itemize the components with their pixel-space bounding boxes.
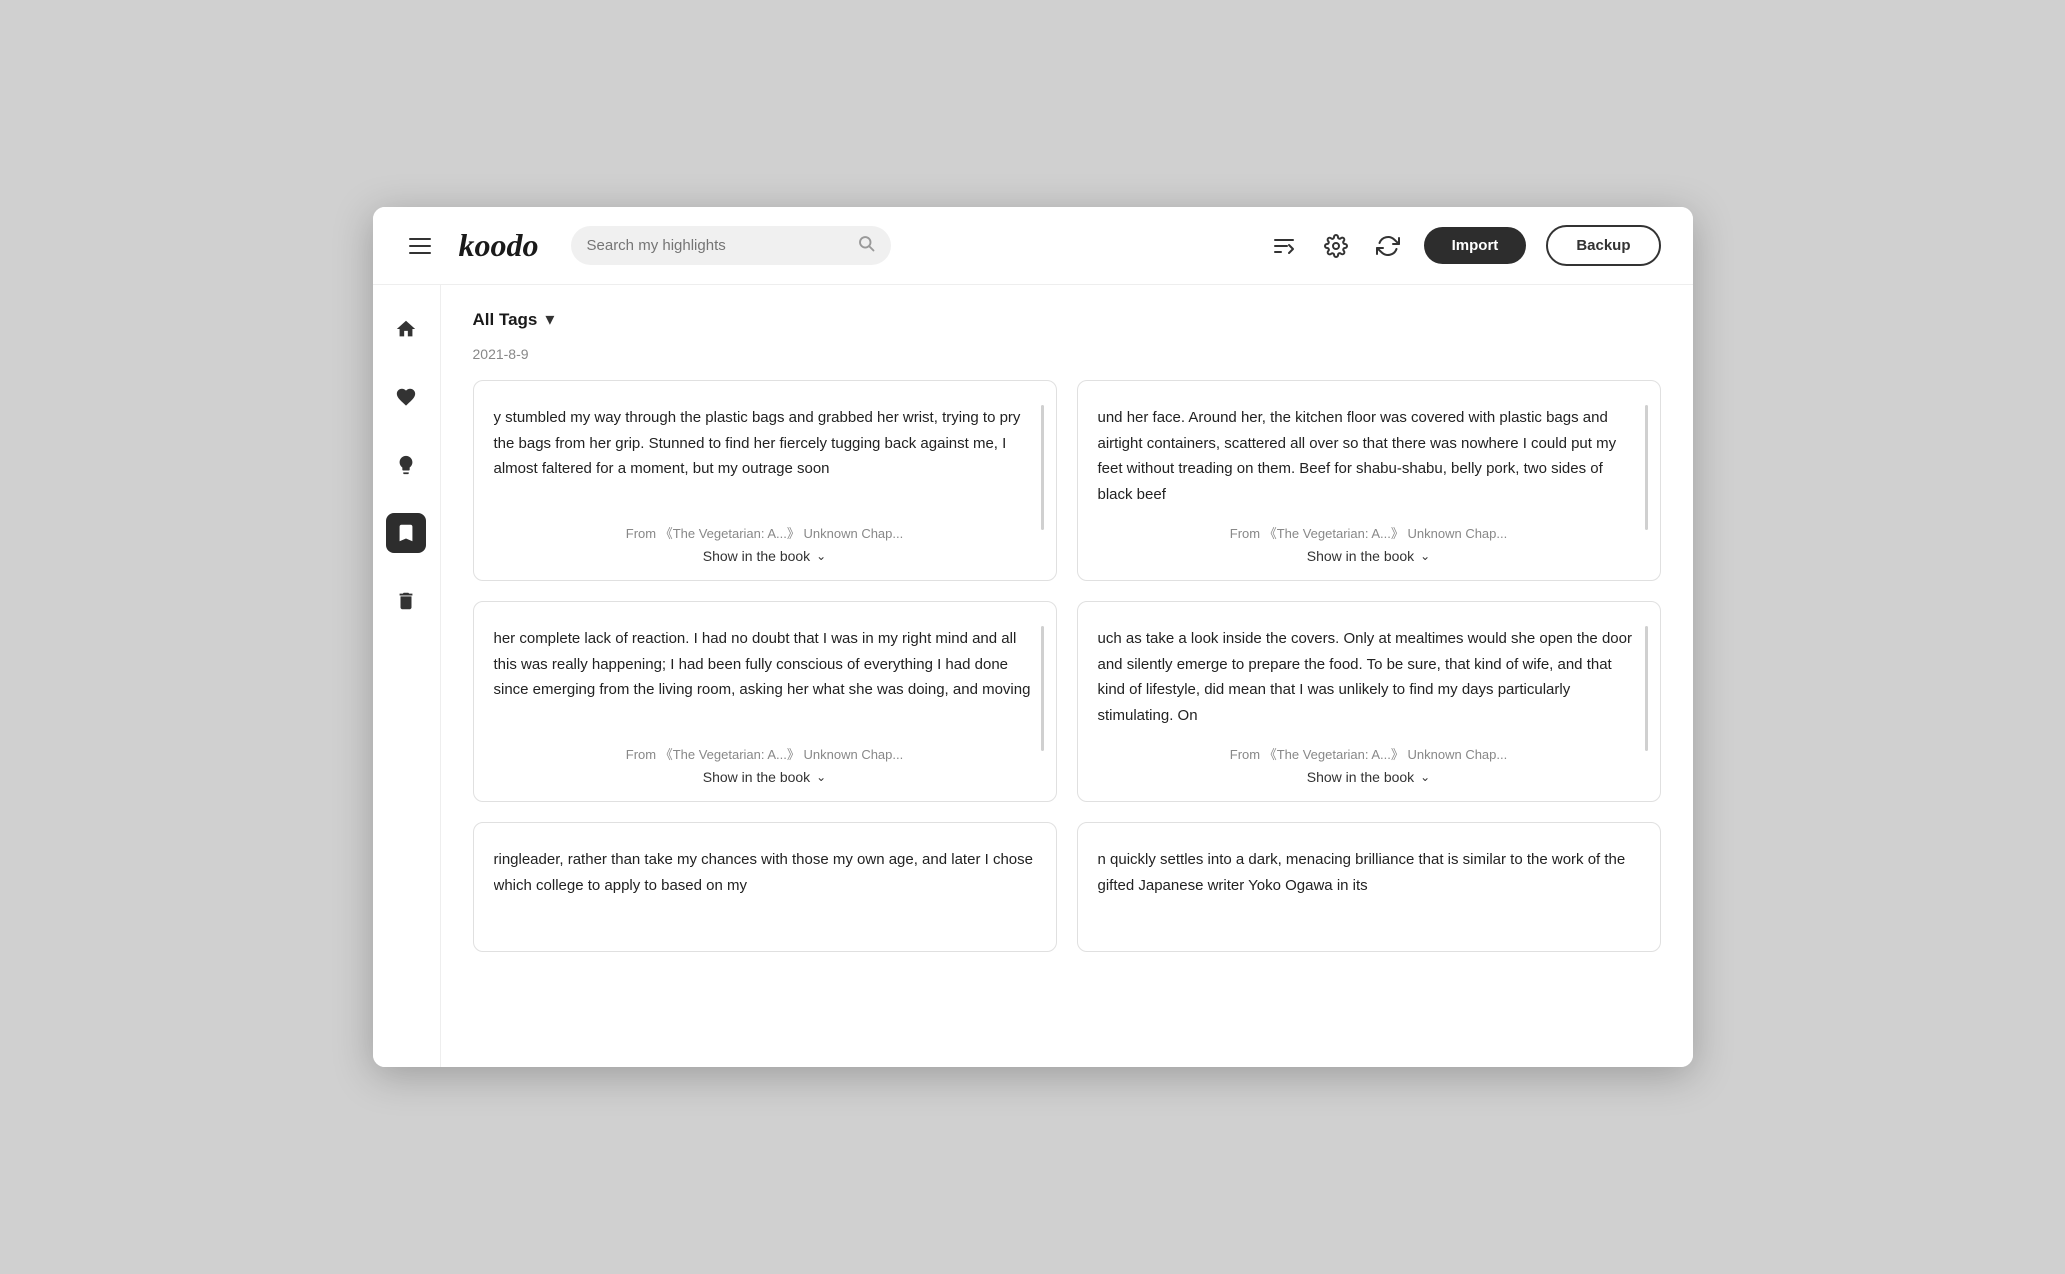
scroll-indicator bbox=[1645, 626, 1648, 751]
scroll-indicator bbox=[1041, 405, 1044, 530]
highlight-footer: From 《The Vegetarian: A...》 Unknown Chap… bbox=[494, 523, 1036, 564]
highlight-text: her complete lack of reaction. I had no … bbox=[494, 626, 1036, 728]
search-input[interactable] bbox=[587, 237, 849, 254]
sort-button[interactable] bbox=[1268, 230, 1300, 262]
filter-chevron-icon[interactable]: ▾ bbox=[545, 309, 554, 330]
show-book-chevron-icon: ⌄ bbox=[816, 770, 826, 784]
highlight-text: n quickly settles into a dark, menacing … bbox=[1098, 847, 1640, 935]
show-book-chevron-icon: ⌄ bbox=[1420, 770, 1430, 784]
date-group-label: 2021-8-9 bbox=[473, 346, 1661, 362]
sidebar-item-favorites[interactable] bbox=[386, 377, 426, 417]
sidebar-item-home[interactable] bbox=[386, 309, 426, 349]
menu-button[interactable] bbox=[405, 234, 435, 258]
content-area: All Tags ▾ 2021-8-9 y stumbled my way th… bbox=[441, 285, 1693, 1067]
settings-button[interactable] bbox=[1320, 230, 1352, 262]
sidebar bbox=[373, 285, 441, 1067]
highlight-card: uch as take a look inside the covers. On… bbox=[1077, 601, 1661, 802]
highlight-card: und her face. Around her, the kitchen fl… bbox=[1077, 380, 1661, 581]
filter-label: All Tags bbox=[473, 310, 538, 330]
highlight-card: her complete lack of reaction. I had no … bbox=[473, 601, 1057, 802]
import-button[interactable]: Import bbox=[1424, 227, 1527, 264]
highlight-card: n quickly settles into a dark, menacing … bbox=[1077, 822, 1661, 952]
show-book-chevron-icon: ⌄ bbox=[816, 549, 826, 563]
highlight-footer: From 《The Vegetarian: A...》 Unknown Chap… bbox=[1098, 523, 1640, 564]
main-layout: All Tags ▾ 2021-8-9 y stumbled my way th… bbox=[373, 285, 1693, 1067]
highlight-text: ringleader, rather than take my chances … bbox=[494, 847, 1036, 935]
header: koodo bbox=[373, 207, 1693, 285]
search-icon bbox=[857, 234, 875, 257]
highlight-text: y stumbled my way through the plastic ba… bbox=[494, 405, 1036, 507]
sidebar-item-ideas[interactable] bbox=[386, 445, 426, 485]
show-in-book-button[interactable]: Show in the book ⌄ bbox=[494, 769, 1036, 785]
backup-button[interactable]: Backup bbox=[1546, 225, 1660, 266]
highlight-source: From 《The Vegetarian: A...》 Unknown Chap… bbox=[494, 744, 1036, 763]
highlight-text: uch as take a look inside the covers. On… bbox=[1098, 626, 1640, 728]
highlight-card: y stumbled my way through the plastic ba… bbox=[473, 380, 1057, 581]
highlight-source: From 《The Vegetarian: A...》 Unknown Chap… bbox=[1098, 744, 1640, 763]
header-actions: Import Backup bbox=[1268, 225, 1661, 266]
scroll-indicator bbox=[1041, 626, 1044, 751]
show-book-chevron-icon: ⌄ bbox=[1420, 549, 1430, 563]
highlight-source: From 《The Vegetarian: A...》 Unknown Chap… bbox=[494, 523, 1036, 542]
app-logo: koodo bbox=[459, 227, 539, 264]
highlight-footer: From 《The Vegetarian: A...》 Unknown Chap… bbox=[494, 744, 1036, 785]
show-in-book-button[interactable]: Show in the book ⌄ bbox=[494, 548, 1036, 564]
highlight-card: ringleader, rather than take my chances … bbox=[473, 822, 1057, 952]
show-in-book-button[interactable]: Show in the book ⌄ bbox=[1098, 548, 1640, 564]
filter-row: All Tags ▾ bbox=[473, 309, 1661, 330]
highlight-source: From 《The Vegetarian: A...》 Unknown Chap… bbox=[1098, 523, 1640, 542]
highlights-grid: y stumbled my way through the plastic ba… bbox=[473, 380, 1661, 952]
show-in-book-button[interactable]: Show in the book ⌄ bbox=[1098, 769, 1640, 785]
sidebar-item-highlights[interactable] bbox=[386, 513, 426, 553]
app-window: koodo bbox=[373, 207, 1693, 1067]
refresh-button[interactable] bbox=[1372, 230, 1404, 262]
highlight-footer: From 《The Vegetarian: A...》 Unknown Chap… bbox=[1098, 744, 1640, 785]
scroll-indicator bbox=[1645, 405, 1648, 530]
search-bar bbox=[571, 226, 891, 265]
highlight-text: und her face. Around her, the kitchen fl… bbox=[1098, 405, 1640, 507]
sidebar-item-trash[interactable] bbox=[386, 581, 426, 621]
